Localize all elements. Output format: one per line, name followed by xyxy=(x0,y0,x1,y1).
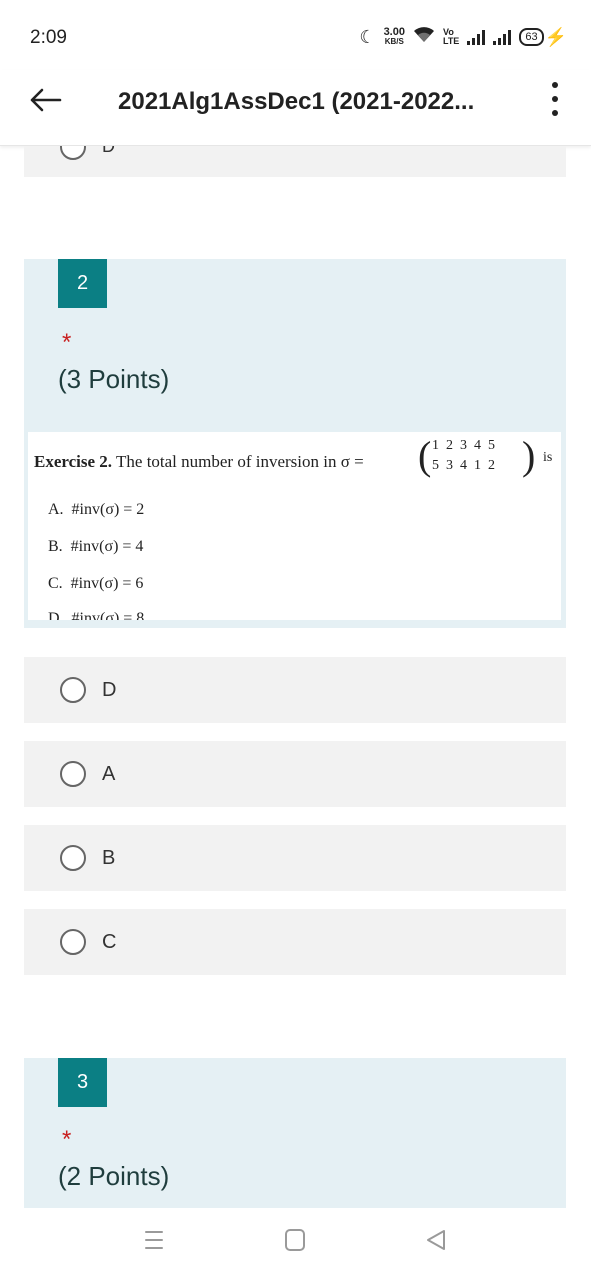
exercise-image: Exercise 2. The total number of inversio… xyxy=(28,432,561,620)
radio-button[interactable] xyxy=(60,845,86,871)
exercise-tail: is xyxy=(543,450,553,465)
back-nav-icon[interactable] xyxy=(424,1228,448,1257)
matrix-top-row: 1 2 3 4 5 xyxy=(432,438,495,453)
volte-bottom: LTE xyxy=(442,36,460,46)
option-label: A xyxy=(102,762,116,785)
option-label: D xyxy=(102,678,117,701)
exercise-answer-d: D. #inv(σ) = 8 xyxy=(48,610,145,620)
system-nav-bar xyxy=(0,1208,591,1280)
exercise-answer-c: C. #inv(σ) = 6 xyxy=(48,575,144,592)
home-icon[interactable] xyxy=(284,1228,306,1257)
option-card-previous[interactable]: D xyxy=(24,146,566,177)
question-points: (2 Points) xyxy=(58,1161,170,1191)
option-card-a[interactable]: A xyxy=(24,741,566,807)
page-title: 2021Alg1AssDec1 (2021-2022... xyxy=(118,88,475,115)
question-points: (3 Points) xyxy=(58,364,170,394)
exercise-answer-b: B. #inv(σ) = 4 xyxy=(48,538,144,555)
signal-strength-icon-1 xyxy=(467,29,486,45)
question-card-3: 3 * (2 Points) xyxy=(24,1058,566,1208)
recent-apps-icon[interactable] xyxy=(144,1228,164,1257)
status-icons: ☾ 3.00 KB/S Vo LTE 63 ⚡ xyxy=(359,24,567,50)
radio-button[interactable] xyxy=(60,146,86,160)
network-speed: 3.00 KB/S xyxy=(384,27,405,47)
required-marker: * xyxy=(62,1126,72,1153)
required-marker: * xyxy=(62,329,72,356)
radio-button[interactable] xyxy=(60,761,86,787)
do-not-disturb-icon: ☾ xyxy=(359,26,376,47)
exercise-answer-a: A. #inv(σ) = 2 xyxy=(48,501,145,518)
permutation-matrix: ( 1 2 3 4 5 5 3 4 1 2 ) xyxy=(418,433,536,478)
radio-button[interactable] xyxy=(60,677,86,703)
more-options-icon[interactable] xyxy=(549,82,561,116)
battery-level: 63 xyxy=(519,28,544,46)
matrix-bottom-row: 5 3 4 1 2 xyxy=(432,458,495,473)
back-arrow-icon[interactable] xyxy=(28,84,68,116)
status-bar: 2:09 ☾ 3.00 KB/S Vo LTE 63 ⚡ xyxy=(0,0,591,70)
exercise-text: Exercise 2. The total number of inversio… xyxy=(34,452,364,472)
option-label: C xyxy=(102,930,117,953)
exercise-body: The total number of inversion in σ = xyxy=(116,452,364,471)
volte-icon: Vo LTE xyxy=(443,28,459,46)
option-label: B xyxy=(102,846,116,869)
signal-strength-icon-2 xyxy=(493,29,512,45)
wifi-icon xyxy=(413,26,435,49)
question-number: 2 xyxy=(58,259,107,308)
network-speed-unit: KB/S xyxy=(384,37,404,46)
question-number: 3 xyxy=(58,1058,107,1107)
status-time: 2:09 xyxy=(30,27,67,48)
option-card-d[interactable]: D xyxy=(24,657,566,723)
battery-icon: 63 ⚡ xyxy=(519,27,567,48)
radio-button[interactable] xyxy=(60,929,86,955)
app-bar: 2021Alg1AssDec1 (2021-2022... xyxy=(0,70,591,146)
option-label: D xyxy=(102,146,115,156)
charging-icon: ⚡ xyxy=(544,26,567,47)
network-speed-value: 3.00 xyxy=(383,26,405,38)
exercise-label: Exercise 2. xyxy=(34,452,113,471)
form-page: 2:09 ☾ 3.00 KB/S Vo LTE 63 ⚡ 2021Alg1Ass… xyxy=(0,0,591,1280)
option-card-c[interactable]: C xyxy=(24,909,566,975)
option-card-b[interactable]: B xyxy=(24,825,566,891)
